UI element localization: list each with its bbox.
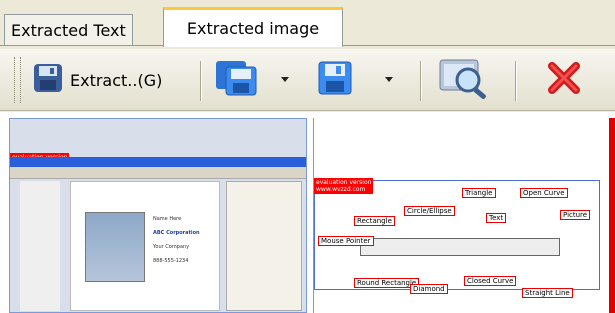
extracted-image-thumbnail[interactable]: evaluation version Name Here ABC Corpora…	[9, 118, 307, 313]
callout-circle-ellipse: Circle/Ellipse	[404, 206, 455, 216]
card-line: 888-555-1234	[153, 258, 189, 264]
building-photo	[85, 212, 145, 282]
callout-rectangle: Rectangle	[354, 216, 395, 226]
card-line: Name Here	[153, 216, 182, 222]
toolbar-grip[interactable]	[20, 57, 23, 103]
callout-closed-curve: Closed Curve	[464, 276, 517, 286]
thumbnail-title-bar	[10, 157, 306, 167]
save-button[interactable]	[316, 57, 354, 103]
toolbar-separator	[420, 61, 421, 101]
close-button[interactable]	[544, 57, 584, 103]
thumbnail-properties-panel	[226, 181, 302, 311]
thumbnail-side-panel	[20, 181, 60, 311]
callout-triangle: Triangle	[462, 188, 496, 198]
toolbar-grip[interactable]	[14, 57, 17, 103]
highlight-border	[609, 118, 615, 313]
callout-diamond: Diamond	[410, 284, 448, 294]
save-all-button[interactable]	[214, 57, 258, 103]
thumbnail-canvas: Name Here ABC Corporation Your Company 8…	[70, 181, 220, 311]
extracted-image-thumbnail-2[interactable]: evaluation version www.wvzzd.com Mouse P…	[313, 118, 609, 313]
callout-picture: Picture	[560, 210, 591, 220]
toolbar: Extract..(G)	[0, 49, 615, 111]
extract-label: Extract..(G)	[70, 70, 163, 90]
callout-text: Text	[486, 213, 507, 223]
magnifier-image-icon	[436, 56, 492, 104]
save-icon	[316, 59, 354, 101]
toolbar-separator	[200, 61, 201, 101]
save-all-dropdown-arrow[interactable]	[281, 77, 289, 82]
preview-button[interactable]	[436, 57, 492, 103]
tab-extracted-text[interactable]: Extracted Text	[4, 14, 133, 45]
callout-straight-line: Straight Line	[522, 288, 573, 298]
card-line: Your Company	[153, 244, 190, 250]
app-window: Extracted Text Extracted image Extract..…	[0, 0, 615, 313]
save-dropdown-arrow[interactable]	[385, 77, 393, 82]
shape-toolbar	[360, 238, 560, 256]
card-line: ABC Corporation	[153, 230, 200, 236]
thumbnail-toolbar	[10, 167, 306, 179]
callout-mouse-pointer: Mouse Pointer	[318, 236, 374, 246]
save-all-icon	[214, 59, 258, 101]
floppy-icon	[32, 62, 64, 98]
tab-strip: Extracted Text Extracted image	[0, 0, 615, 47]
close-icon	[544, 58, 584, 102]
toolbar-separator	[515, 61, 516, 101]
tab-extracted-image[interactable]: Extracted image	[163, 7, 343, 47]
extract-button[interactable]: Extract..(G)	[32, 57, 162, 103]
callout-open-curve: Open Curve	[520, 188, 568, 198]
eval-watermark: evaluation version www.wvzzd.com	[314, 178, 374, 194]
